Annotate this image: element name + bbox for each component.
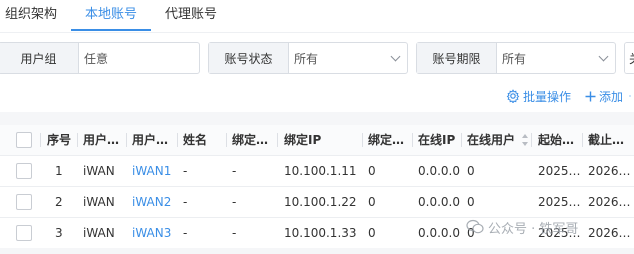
user-group-value[interactable]: 任意 [79, 43, 199, 73]
column-divider [582, 133, 583, 147]
chevron-down-icon [390, 51, 401, 62]
column-divider [126, 133, 127, 147]
column-divider [177, 133, 178, 147]
user-group-filter[interactable]: 用户组 任意 [0, 42, 200, 74]
row-checkbox[interactable] [16, 163, 32, 179]
batch-operation-button[interactable]: 批量操作 [506, 86, 571, 106]
table-row[interactable]: 2 iWAN iWAN2 - - 10.100.1.22 0 0.0.0.0 0… [0, 186, 634, 217]
header-user-name[interactable]: 用户… [132, 125, 174, 155]
header-online-ip[interactable]: 在线IP [418, 125, 458, 155]
circle-icon [629, 95, 631, 97]
row-index: 1 [55, 164, 63, 178]
wechat-icon [466, 219, 484, 234]
tab-local-accounts[interactable]: 本地账号 [71, 0, 152, 31]
watermark: 公众号 · 铁军哥 [466, 216, 578, 238]
more-action-partial[interactable] [629, 86, 634, 106]
row-user-group: iWAN [83, 164, 115, 178]
account-period-filter[interactable]: 账号期限 所有 [416, 42, 616, 74]
tab-proxy-accounts[interactable]: 代理账号 [151, 0, 231, 31]
row-index: 2 [55, 195, 63, 209]
row-online-ip: 0.0.0.0 [418, 195, 460, 209]
account-period-select[interactable]: 所有 [497, 43, 615, 73]
column-divider [226, 133, 227, 147]
row-bind-type: - [232, 164, 237, 178]
row-end-date: 2026… [588, 164, 631, 178]
row-start-date: 2025… [538, 195, 581, 209]
column-divider [40, 133, 41, 147]
row-bind-type: - [232, 195, 237, 209]
batch-operation-label: 批量操作 [523, 89, 572, 104]
row-online-user: 0 [467, 195, 475, 209]
row-bind-type: - [232, 226, 237, 240]
row-bind-ip: 10.100.1.33 [284, 226, 357, 240]
next-filter-label: 关 [625, 43, 634, 73]
chevron-down-icon [598, 51, 609, 62]
row-user-link[interactable]: iWAN3 [132, 218, 171, 248]
row-end-date: 2026… [588, 226, 631, 240]
account-status-value: 所有 [294, 51, 319, 66]
row-user-link[interactable]: iWAN1 [132, 156, 171, 186]
account-status-select[interactable]: 所有 [289, 43, 407, 73]
row-online-ip: 0.0.0.0 [418, 226, 460, 240]
gear-icon [506, 89, 520, 103]
row-index: 3 [55, 226, 63, 240]
user-group-label: 用户组 [0, 43, 79, 73]
column-divider [412, 133, 413, 147]
header-end-date[interactable]: 截止… [588, 125, 634, 155]
tab-bar: 组织架构 本地账号 代理账号 [0, 0, 634, 31]
row-online-ip: 0.0.0.0 [418, 164, 460, 178]
tab-org-structure[interactable]: 组织架构 [0, 0, 71, 31]
filter-row: 用户组 任意 账号状态 所有 账号期限 所有 关 [0, 42, 634, 74]
header-online-user[interactable]: 在线用户 [467, 125, 519, 155]
row-start-date: 2025… [538, 164, 581, 178]
account-period-label: 账号期限 [417, 43, 497, 73]
header-user-group[interactable]: 用户… [83, 125, 125, 155]
header-bind-ip[interactable]: 绑定IP [284, 125, 359, 155]
header-bind-count[interactable]: 绑定… [368, 125, 410, 155]
row-bind-count: 0 [368, 164, 376, 178]
watermark-text: 公众号 · 铁军哥 [488, 221, 579, 237]
row-bind-count: 0 [368, 195, 376, 209]
row-bind-count: 0 [368, 226, 376, 240]
column-divider [277, 133, 278, 147]
header-name[interactable]: 姓名 [183, 125, 223, 155]
table-header: 序号 用户… 用户… 姓名 绑定… 绑定IP 绑定… 在线IP 在线用户 起始…… [0, 125, 634, 155]
row-checkbox[interactable] [16, 225, 32, 241]
row-user-group: iWAN [83, 226, 115, 240]
row-name: - [183, 195, 188, 209]
account-status-filter[interactable]: 账号状态 所有 [208, 42, 408, 74]
row-bind-ip: 10.100.1.11 [284, 164, 357, 178]
row-checkbox[interactable] [16, 194, 32, 210]
row-name: - [183, 226, 188, 240]
sort-icon[interactable] [522, 134, 528, 146]
header-start-date[interactable]: 起始… [538, 125, 578, 155]
table-row[interactable]: 1 iWAN iWAN1 - - 10.100.1.11 0 0.0.0.0 0… [0, 155, 634, 186]
row-online-user: 0 [467, 164, 475, 178]
add-label: 添加 [599, 89, 624, 104]
row-user-link[interactable]: iWAN2 [132, 187, 171, 217]
column-divider [77, 133, 78, 147]
account-period-value: 所有 [502, 51, 527, 66]
row-name: - [183, 164, 188, 178]
plus-icon [585, 91, 596, 101]
account-status-label: 账号状态 [209, 43, 289, 73]
select-all-checkbox[interactable] [16, 132, 32, 148]
tab-divider [0, 32, 634, 33]
row-user-group: iWAN [83, 195, 115, 209]
row-bind-ip: 10.100.1.22 [284, 195, 357, 209]
row-end-date: 2026… [588, 195, 631, 209]
header-index[interactable]: 序号 [47, 125, 75, 155]
column-divider [531, 133, 532, 147]
column-divider [362, 133, 363, 147]
header-bind-type[interactable]: 绑定… [232, 125, 274, 155]
action-bar: 批量操作 添加 [0, 86, 634, 106]
next-filter-partial[interactable]: 关 [624, 42, 634, 74]
add-button[interactable]: 添加 [585, 86, 623, 106]
column-divider [461, 133, 462, 147]
